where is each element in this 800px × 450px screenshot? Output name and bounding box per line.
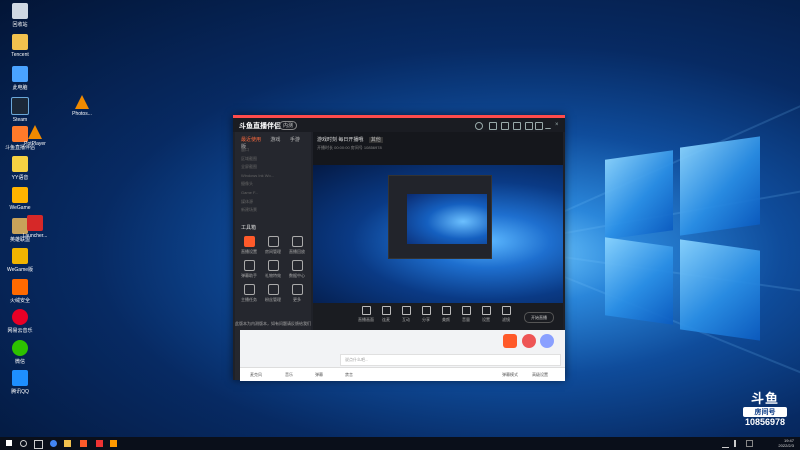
start-icon[interactable] [6,440,12,446]
desktop-icon[interactable]: 火绒安全 [0,279,40,304]
close-icon[interactable]: × [555,122,561,128]
tool-button[interactable]: 礼物特效 [263,260,283,279]
source-item[interactable]: 新建场景 [241,206,307,215]
douyu-task-icon[interactable] [80,440,87,447]
chrome-icon[interactable] [50,440,57,447]
task-view-icon[interactable] [34,440,43,449]
app-task-icon[interactable] [110,440,117,447]
windows-logo-pane-tr [680,136,760,236]
tool-icon [243,260,255,271]
desktop-icon[interactable]: PotPlayer [15,125,55,147]
clock-date: 2022/2/3 [778,443,794,448]
network-icon[interactable] [722,440,729,448]
volume-icon[interactable] [734,440,743,447]
desktop-icon[interactable]: WeGame版 [0,248,40,273]
watermark-brand: 斗鱼 [750,391,779,406]
windows-logo-pane-br [680,239,760,341]
room-meta: 开播时长 00:00:00 房间号 10856978 [317,145,382,150]
mute-label[interactable]: 禁言 [345,372,353,378]
source-item[interactable]: 摄像头 [241,180,307,189]
app-task-icon[interactable] [96,440,103,447]
chat-toolbar: 麦克风 音乐 弹幕 禁言 弹幕模式 高级设置 [240,367,565,381]
app-logo: 斗鱼直播伴侣 [239,123,281,130]
nested-preview-window [388,175,492,259]
message-icon[interactable] [489,122,497,130]
desktop-icon[interactable]: Photos... [62,95,102,117]
gift-icon[interactable] [513,122,521,130]
shirt-icon[interactable] [525,122,533,130]
mail-icon[interactable] [501,122,509,130]
notice-bar: 此版本为内测版本，如有问题请反馈给我们 [235,321,311,326]
tool-button[interactable]: 数据中心 [287,260,307,279]
windows-logo-pane-bl [605,237,673,325]
source-item[interactable]: 窗口 [241,146,307,155]
desktop-icon[interactable]: Steam [0,97,40,123]
room-title: 游戏时刻 每日开播哦 其他 [317,137,383,143]
desktop-icon[interactable]: 此电脑 [0,66,40,91]
source-item[interactable]: 全屏截图 [241,163,307,172]
danmu-label[interactable]: 弹幕 [315,372,323,378]
desktop-icon[interactable]: 回收站 [0,3,40,28]
douyu-watermark: 斗鱼 房间号 10856978 [743,388,787,427]
tool-icon [243,236,255,247]
stream-preview[interactable] [313,165,563,303]
avatar-icon[interactable] [475,122,483,130]
taskbar: 19:47 2022/2/3 [0,437,800,450]
tool-icon [291,260,303,271]
version-badge[interactable]: 内测 [279,121,298,130]
language-icon[interactable] [746,440,753,447]
nested-desktop [407,194,487,244]
tool-icon [267,260,279,271]
fans-icon[interactable] [522,334,536,348]
desktop-icon[interactable]: 网易云音乐 [0,309,40,334]
badge-icon[interactable] [540,334,554,348]
watermark-room-number: 10856978 [744,417,786,427]
chat-panel: 说点什么吧... 麦克风 音乐 弹幕 禁言 弹幕模式 高级设置 [240,330,565,381]
tool-button[interactable]: 粉丝管理 [263,284,283,303]
title-bar[interactable]: 斗鱼直播伴侣 内测 × [233,118,565,132]
desktop-icon[interactable]: Tencent [0,34,40,58]
desktop-icon[interactable]: 微信 [0,340,40,365]
desktop-icon[interactable]: YY语音 [0,156,40,181]
tool-icon [291,236,303,247]
tab-recent[interactable]: 最近使用 [241,137,261,143]
tool-button[interactable]: 直播回放 [287,236,307,255]
watermark-room-label: 房间号 [743,407,787,417]
tool-button[interactable]: 直播设置 [239,236,259,255]
tool-button[interactable]: 主播任务 [239,284,259,303]
desktop-icon[interactable]: 腾讯QQ [0,370,40,395]
mic-label[interactable]: 麦克风 [250,372,262,378]
source-list: 窗口 区域截图 全屏截图 Windows Ink Wo... 摄像头 Game … [241,146,307,215]
menu-icon[interactable] [535,122,543,130]
taskbar-clock[interactable]: 19:47 2022/2/3 [778,438,794,448]
tool-button[interactable]: 更多 [287,284,307,303]
search-icon[interactable] [20,440,27,447]
gift-icon[interactable] [503,334,517,348]
toolbox-title: 工具箱 [241,225,257,231]
windows-logo-pane-tl [605,150,673,240]
advanced-label[interactable]: 高级设置 [532,372,548,378]
tab-games[interactable]: 游戏 [270,137,280,143]
music-label[interactable]: 音乐 [285,372,293,378]
tool-icon [291,284,303,295]
source-item[interactable]: 区域截图 [241,155,307,164]
tool-icon [267,284,279,295]
chat-input[interactable]: 说点什么吧... [340,354,561,366]
room-tag[interactable]: 其他 [368,137,383,143]
mode-label[interactable]: 弹幕模式 [502,372,518,378]
source-item[interactable]: 媒体源 [241,198,307,207]
desktop-icon[interactable]: Launcher... [15,215,55,239]
explorer-icon[interactable] [64,440,71,447]
source-item[interactable]: Game F... [241,189,307,198]
tool-icon [243,284,255,295]
tool-button[interactable]: 弹幕助手 [239,260,259,279]
desktop-icon[interactable]: WeGame [0,187,40,211]
source-item[interactable]: Windows Ink Wo... [241,172,307,181]
minimize-icon[interactable] [545,122,551,129]
tool-button[interactable]: 房间管理 [263,236,283,255]
tool-icon [267,236,279,247]
